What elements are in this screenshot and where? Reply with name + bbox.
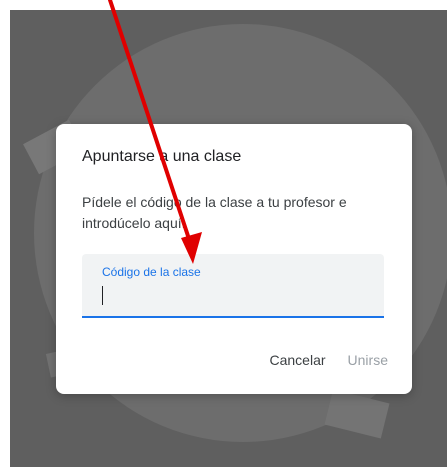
dialog-actions: Cancelar Unirse	[264, 344, 395, 376]
join-button[interactable]: Unirse	[342, 344, 394, 376]
text-cursor	[102, 286, 103, 305]
background-illustration-shape	[324, 389, 390, 439]
class-code-field[interactable]: Código de la clase	[82, 254, 384, 318]
join-class-dialog: Apuntarse a una clase Pídele el código d…	[56, 124, 412, 394]
cancel-button[interactable]: Cancelar	[264, 344, 332, 376]
class-code-input[interactable]	[100, 284, 370, 306]
screenshot-stage: Apuntarse a una clase Pídele el código d…	[0, 0, 447, 467]
dialog-title: Apuntarse a una clase	[82, 148, 242, 165]
dialog-instructions: Pídele el código de la clase a tu profes…	[82, 194, 347, 231]
class-code-label: Código de la clase	[102, 265, 201, 279]
